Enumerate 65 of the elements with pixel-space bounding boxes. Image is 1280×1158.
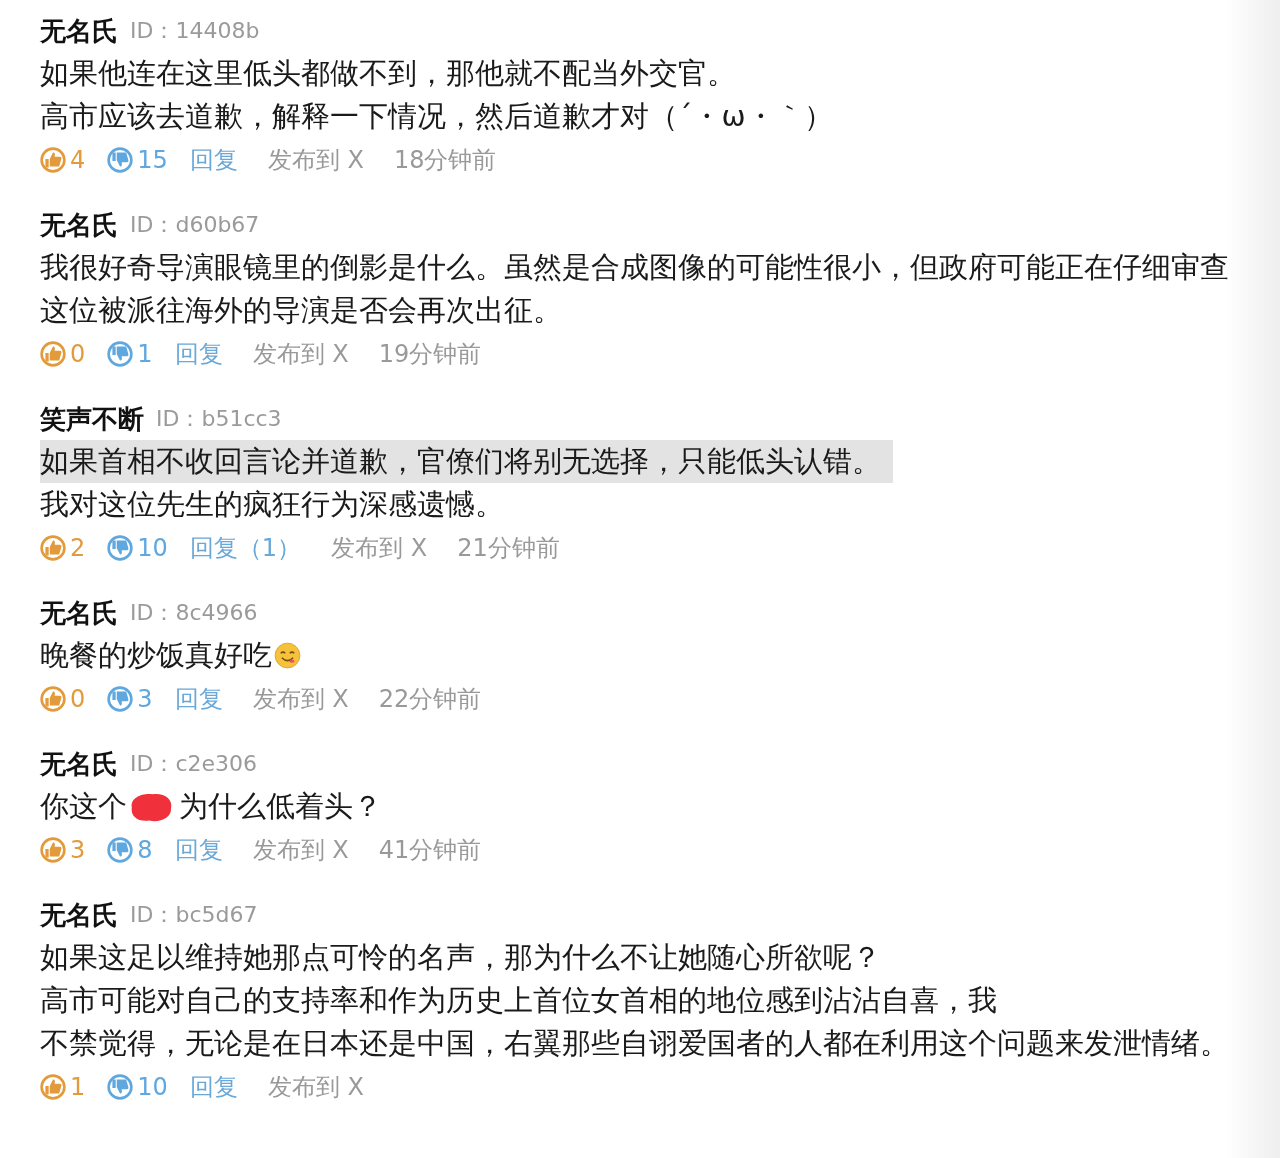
reply-link[interactable]: 回复 xyxy=(174,338,223,370)
timestamp: 22分钟前 xyxy=(378,684,482,715)
timestamp: 41分钟前 xyxy=(378,835,482,866)
like-button[interactable]: 3 xyxy=(40,836,86,864)
author-name: 无名氏 xyxy=(40,747,118,781)
share-link[interactable]: 发布到 X xyxy=(252,683,349,715)
user-id: ID：8c4966 xyxy=(130,599,258,627)
share-link[interactable]: 发布到 X xyxy=(267,144,364,176)
smiley-icon xyxy=(274,642,301,669)
like-button[interactable]: 1 xyxy=(40,1073,86,1101)
comment-text: 如果首相不收回言论并道歉，官僚们将别无选择，只能低头认错。 xyxy=(40,440,893,483)
share-link[interactable]: 发布到 X xyxy=(252,338,349,370)
thumbs-up-icon xyxy=(40,535,66,561)
thumbs-down-icon xyxy=(107,341,134,367)
like-button[interactable]: 0 xyxy=(40,685,86,713)
dislike-button[interactable]: 8 xyxy=(107,836,153,864)
like-button[interactable]: 0 xyxy=(40,340,86,368)
thumbs-up-icon xyxy=(40,837,66,863)
user-id: ID：d60b67 xyxy=(130,211,260,239)
share-link[interactable]: 发布到 X xyxy=(267,1071,364,1103)
dislike-button[interactable]: 3 xyxy=(107,685,153,713)
dislike-button[interactable]: 10 xyxy=(107,1073,168,1101)
comment-text: 我对这位先生的疯狂行为深感遗憾。 xyxy=(40,486,504,523)
like-button[interactable]: 2 xyxy=(40,534,86,562)
comment-text: 高市应该去道歉，解释一下情况，然后道歉才对（´・ω・｀） xyxy=(40,98,833,135)
comment-text: 如果他连在这里低头都做不到，那他就不配当外交官。 xyxy=(40,55,736,92)
comment-text: 不禁觉得，无论是在日本还是中国，右翼那些自诩爱国者的人都在利用这个问题来发泄情绪。 xyxy=(40,1025,1229,1062)
comment-text: 晚餐的炒饭真好吃 xyxy=(40,637,272,674)
comment-text: 为什么低着头？ xyxy=(179,788,382,825)
comment-text: 我很好奇导演眼镜里的倒影是什么。虽然是合成图像的可能性很小，但政府可能正在仔细审查这位被派往海外的导演是否会再次出征。 xyxy=(40,249,1230,329)
timestamp: 21分钟前 xyxy=(457,533,560,564)
thumbs-up-icon xyxy=(40,147,66,173)
reply-link[interactable]: 回复 xyxy=(174,683,223,715)
thumbs-down-icon xyxy=(107,1074,134,1100)
comment-text: 你这个 xyxy=(40,788,127,825)
author-name: 无名氏 xyxy=(40,14,118,48)
thumbs-down-icon xyxy=(107,837,134,863)
reply-link[interactable]: 回复（1） xyxy=(189,532,302,564)
thumbs-down-icon xyxy=(107,686,134,712)
author-name: 笑声不断 xyxy=(40,402,144,436)
author-name: 无名氏 xyxy=(40,898,118,932)
thumbs-up-icon xyxy=(40,686,66,712)
like-button[interactable]: 4 xyxy=(40,146,86,174)
user-id: ID：b51cc3 xyxy=(156,405,282,433)
user-id: ID：14408b xyxy=(130,17,260,45)
comment-text: 高市可能对自己的支持率和作为历史上首位女首相的地位感到沾沾自喜，我 xyxy=(40,982,997,1019)
thumbs-up-icon xyxy=(40,1074,66,1100)
comment-text: 如果这足以维持她那点可怜的名声，那为什么不让她随心所欲呢？ xyxy=(40,939,881,976)
thumbs-down-icon xyxy=(107,535,134,561)
thumbs-down-icon xyxy=(107,147,134,173)
dislike-button[interactable]: 15 xyxy=(107,146,168,174)
user-id: ID：c2e306 xyxy=(130,750,258,778)
thumbs-up-icon xyxy=(40,341,66,367)
user-id: ID：bc5d67 xyxy=(130,901,258,929)
share-link[interactable]: 发布到 X xyxy=(331,532,428,564)
timestamp: 19分钟前 xyxy=(378,339,482,370)
dislike-button[interactable]: 1 xyxy=(107,340,153,368)
share-link[interactable]: 发布到 X xyxy=(252,834,349,866)
author-name: 无名氏 xyxy=(40,208,118,242)
reply-link[interactable]: 回复 xyxy=(189,1071,238,1103)
author-name: 无名氏 xyxy=(40,596,118,630)
reply-link[interactable]: 回复 xyxy=(189,144,238,176)
dislike-button[interactable]: 10 xyxy=(107,534,168,562)
timestamp: 18分钟前 xyxy=(393,145,497,176)
reply-link[interactable]: 回复 xyxy=(174,834,223,866)
